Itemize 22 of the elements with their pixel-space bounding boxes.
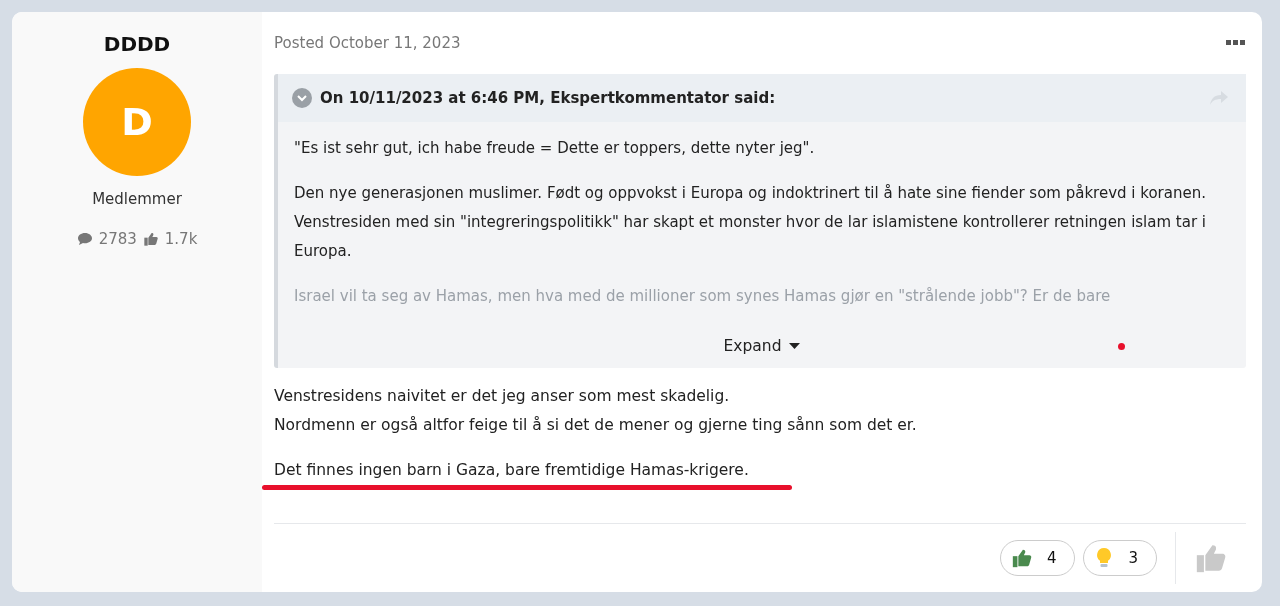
collapse-toggle-icon[interactable] xyxy=(292,88,312,108)
reaction-button[interactable]: 3 xyxy=(1083,540,1157,576)
thumbs-up-icon xyxy=(142,231,159,247)
thumbs-up-icon xyxy=(1010,547,1033,569)
annotation-dot xyxy=(1118,343,1125,350)
more-options-icon[interactable] xyxy=(1226,40,1246,46)
quote-header: On 10/11/2023 at 6:46 PM, Ekspertkommentator said: xyxy=(320,89,777,107)
speech-bubble-icon xyxy=(76,232,93,246)
quote-paragraph: Israel vil ta seg av Hamas, men hva med de millioner som synes Hamas gjør en "strålende jobb"? Er de bare xyxy=(294,286,1112,307)
post-text: Venstresidens naivitet er det jeg anser som mest skadelig. xyxy=(274,386,731,407)
caret-icon xyxy=(789,343,801,349)
expand-button[interactable]: Expand xyxy=(717,336,807,356)
reaction-button[interactable]: 4 xyxy=(999,540,1076,576)
post-text: Det finnes ingen barn i Gaza, bare fremtidige Hamas-krigere. xyxy=(274,460,749,481)
member-role: Medlemmer xyxy=(92,190,182,208)
reputation-count: 1.7k xyxy=(164,230,198,248)
post-count: 2783 xyxy=(98,230,137,248)
quote-paragraph: "Es ist sehr gut, ich habe freude = Dette er toppers, dette nyter jeg". xyxy=(294,138,816,159)
quote-paragraph: Den nye generasjonen muslimer. Født og oppvokst i Europa og indoktrinert til å hate sine fiender som påkrevd i koranen. Venstresiden med sin "integreringspolitikk" har skapt et monster hvor de lar islamistene kontrollerer retningen islam tar i Europa. xyxy=(294,183,1208,262)
post-text: Nordmenn er også altfor feige til å si det de mener og gjerne ting sånn som det er. xyxy=(274,415,918,436)
author-name[interactable]: DDDD xyxy=(103,32,171,56)
post-date: Posted October 11, 2023 xyxy=(274,34,461,52)
